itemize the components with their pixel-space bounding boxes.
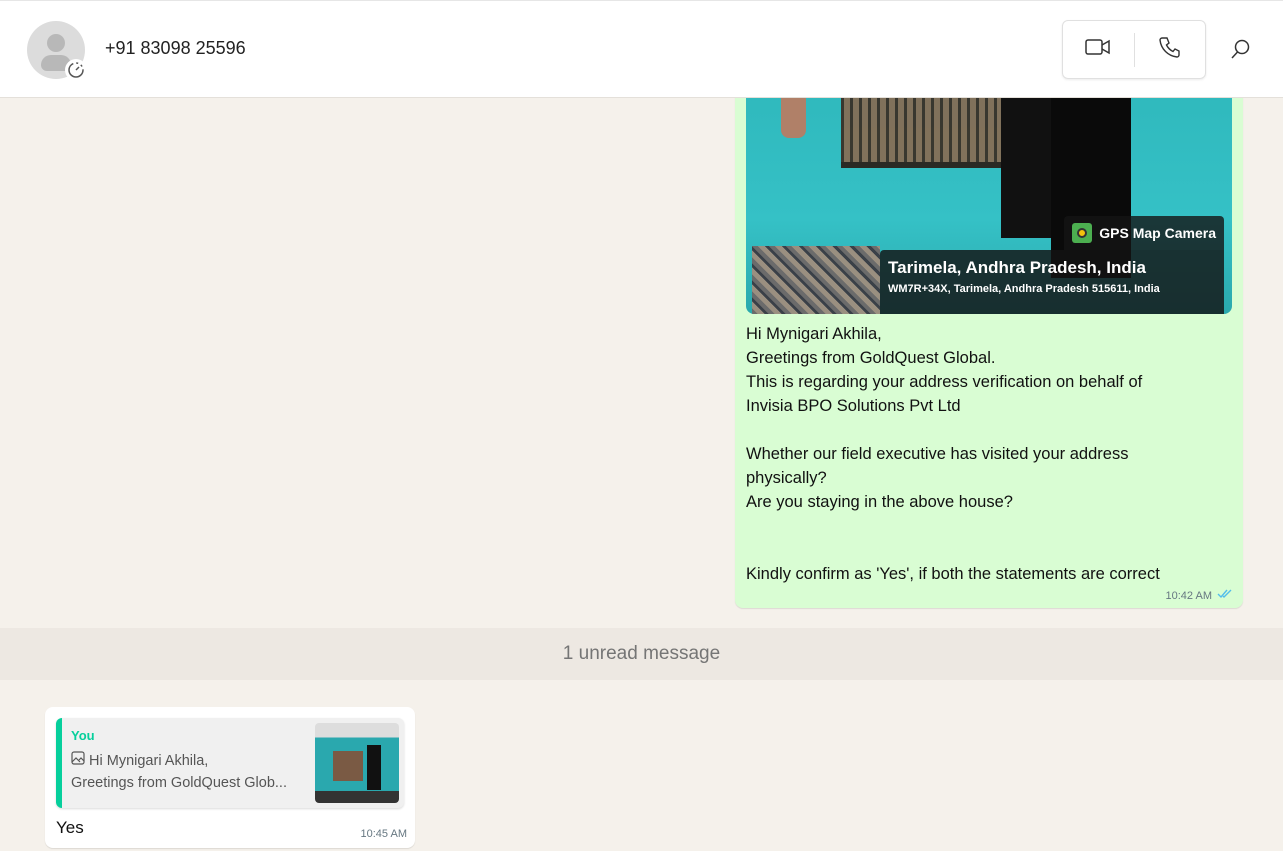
image-icon (71, 751, 85, 769)
message-line: Kindly confirm as 'Yes', if both the sta… (746, 565, 1160, 583)
message-line (746, 514, 1226, 538)
message-text: Hi Mynigari Akhila, Greetings from GoldQ… (746, 322, 1226, 586)
message-photo[interactable]: GPS Map Camera Tarimela, Andhra Pradesh,… (746, 98, 1232, 314)
message-line (746, 538, 1226, 562)
message-text: Yes (56, 818, 84, 837)
video-call-icon (1085, 38, 1111, 61)
chat-header: +91 83098 25596 (0, 0, 1283, 98)
message-line: Greetings from GoldQuest Global. (746, 349, 996, 367)
quoted-message[interactable]: You Hi Mynigari Akhila, Greetings from G… (56, 718, 404, 808)
message-line: physically? (746, 469, 827, 487)
unread-label: 1 unread message (562, 643, 721, 664)
quote-thumbnail (315, 723, 399, 803)
call-buttons (1062, 20, 1206, 79)
photo-content (841, 98, 1011, 168)
watermark-label: GPS Map Camera (1099, 225, 1216, 241)
contact-name[interactable]: +91 83098 25596 (105, 38, 246, 59)
satellite-map-thumbnail (752, 246, 880, 314)
quote-text: Hi Mynigari Akhila, Greetings from GoldQ… (71, 750, 296, 794)
location-stamp: Tarimela, Andhra Pradesh, India WM7R+34X… (880, 250, 1224, 314)
gps-watermark: GPS Map Camera (1064, 216, 1224, 250)
location-address: WM7R+34X, Tarimela, Andhra Pradesh 51561… (888, 283, 1160, 295)
message-line: Whether our field executive has visited … (746, 445, 1129, 463)
double-check-icon (1217, 589, 1233, 602)
voice-call-icon (1159, 36, 1181, 63)
unread-divider: 1 unread message (0, 628, 1283, 680)
quote-line: Greetings from GoldQuest Glob... (71, 775, 287, 791)
message-line: This is regarding your address verificat… (746, 373, 1143, 391)
message-time: 10:45 AM (360, 828, 407, 840)
photo-content (781, 98, 806, 138)
gps-camera-icon (1072, 223, 1093, 243)
location-title: Tarimela, Andhra Pradesh, India (888, 258, 1146, 277)
message-meta: 10:42 AM (1166, 589, 1233, 602)
voice-call-button[interactable] (1135, 21, 1206, 78)
disappearing-timer-icon (65, 59, 87, 81)
message-time: 10:42 AM (1165, 589, 1212, 602)
search-button[interactable] (1230, 38, 1252, 65)
message-line: Hi Mynigari Akhila, (746, 325, 882, 343)
outgoing-message[interactable]: GPS Map Camera Tarimela, Andhra Pradesh,… (735, 98, 1243, 608)
message-meta: 10:45 AM (361, 828, 407, 840)
quote-line: Hi Mynigari Akhila, (89, 753, 209, 769)
message-line: Invisia BPO Solutions Pvt Ltd (746, 397, 961, 415)
quote-author: You (71, 728, 95, 743)
video-call-button[interactable] (1063, 21, 1134, 78)
search-icon (1230, 39, 1252, 64)
incoming-message[interactable]: You Hi Mynigari Akhila, Greetings from G… (45, 707, 415, 848)
message-pane[interactable]: GPS Map Camera Tarimela, Andhra Pradesh,… (0, 98, 1283, 851)
message-line: Are you staying in the above house? (746, 493, 1013, 511)
message-line (746, 418, 1226, 442)
